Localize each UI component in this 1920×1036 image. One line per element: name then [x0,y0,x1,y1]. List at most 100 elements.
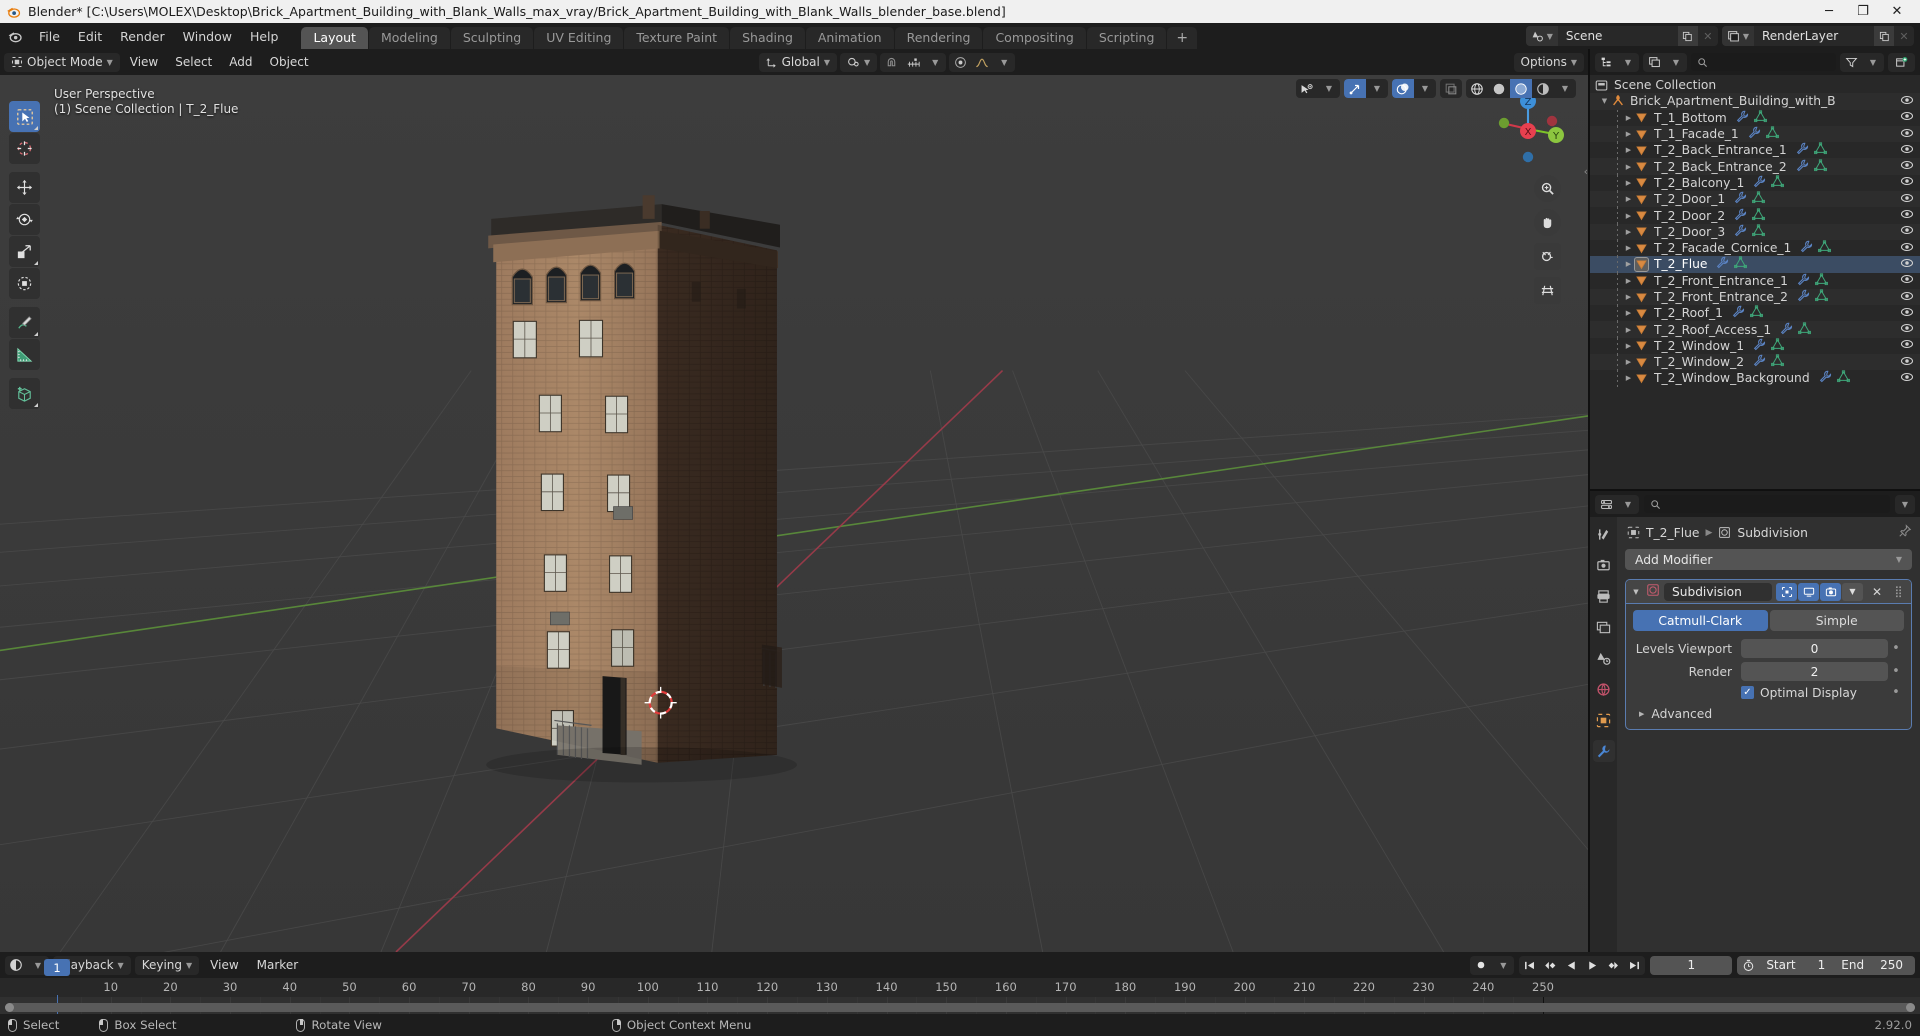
jump-to-start-button[interactable] [1519,956,1540,975]
menu-file[interactable]: File [30,23,69,49]
render-levels-value[interactable]: 2 [1741,662,1888,681]
properties-icon[interactable] [1595,495,1617,514]
properties-editor-type[interactable]: ▼ [1595,494,1639,514]
object-expand-triangle[interactable]: ▶ [1622,228,1635,236]
object-expand-triangle[interactable]: ▶ [1622,130,1635,138]
modifier-wrench-icon[interactable] [1716,256,1729,272]
measure-tool[interactable] [9,339,40,370]
modifier-wrench-icon[interactable] [1796,142,1809,158]
visibility-caret[interactable]: ▼ [1318,79,1340,98]
scene-name[interactable]: Scene [1558,29,1678,43]
auto-keying-caret[interactable]: ▼ [1492,956,1514,975]
cursor-tool[interactable] [9,133,40,164]
object-visibility-eye-icon[interactable] [1900,370,1914,387]
frame-start-field[interactable]: Start 1 [1760,958,1837,972]
delete-scene-button[interactable]: ✕ [1697,26,1718,46]
timeline-scroll-knob-right[interactable] [1906,1003,1915,1012]
modifier-wrench-icon[interactable] [1796,159,1809,175]
outliner-row-object[interactable]: ▶ T_2_Window_1 [1590,337,1920,355]
zoom-icon[interactable] [1534,175,1561,202]
overlays-caret[interactable]: ▼ [1414,79,1436,98]
scale-tool[interactable] [9,236,40,267]
use-preview-range-icon[interactable] [1737,959,1760,972]
tab-modeling[interactable]: Modeling [368,27,450,49]
move-tool[interactable] [9,172,40,203]
object-expand-triangle[interactable]: ▶ [1622,195,1635,203]
tab-tool-icon[interactable] [1593,523,1615,545]
tab-compositing[interactable]: Compositing [983,27,1086,49]
auto-keying-group[interactable]: ▼ [1470,955,1515,975]
outliner-row-object[interactable]: ▶ T_2_Front_Entrance_2 [1590,288,1920,306]
object-visibility-eye-icon[interactable] [1900,289,1914,306]
modifier-panel-header[interactable]: ▼ Subdivision ▼ ✕ ⣿ [1626,580,1911,604]
mode-selector[interactable]: Object Mode ▼ [4,52,120,72]
properties-editor-caret[interactable]: ▼ [1617,495,1639,514]
outliner-row-object[interactable]: ▶ T_2_Door_2 [1590,207,1920,224]
viewport-menu-select[interactable]: Select [168,53,219,72]
modifier-name-field[interactable]: Subdivision [1664,582,1772,601]
object-visibility-eye-icon[interactable] [1900,321,1914,338]
new-collection-button[interactable] [1888,52,1915,72]
rotate-tool[interactable] [9,204,40,235]
tab-shading[interactable]: Shading [730,27,805,49]
object-expand-triangle[interactable]: ▶ [1622,309,1635,317]
material-preview-shading-icon[interactable] [1510,79,1532,98]
object-expand-triangle[interactable]: ▶ [1622,293,1635,301]
object-expand-triangle[interactable]: ▶ [1622,244,1635,252]
viewport-axis-gizmo[interactable]: Z Y X [1490,89,1566,165]
frame-end-field[interactable]: End 250 [1837,958,1915,972]
outliner-row-object[interactable]: ▶ T_2_Door_1 [1590,191,1920,208]
outliner-row-object[interactable]: ▶ T_2_Flue [1590,256,1920,273]
tab-output-icon[interactable] [1593,585,1615,607]
mesh-data-icon[interactable] [1813,158,1827,175]
object-visibility-eye-icon[interactable] [1900,305,1914,322]
mesh-data-icon[interactable] [1734,256,1748,272]
modifier-wrench-icon[interactable] [1734,191,1747,207]
play-button[interactable] [1582,956,1603,975]
timeline-menu-marker[interactable]: Marker [250,956,305,975]
tab-uv-editing[interactable]: UV Editing [534,27,624,49]
viewport-menu-object[interactable]: Object [263,53,316,72]
collection-visibility-eye-icon[interactable] [1900,93,1914,110]
tab-animation[interactable]: Animation [805,27,894,49]
outliner-row-object[interactable]: ▶ T_1_Bottom [1590,109,1920,126]
modifier-realtime-toggle[interactable] [1798,582,1819,601]
subdivision-catmull-clark-option[interactable]: Catmull-Clark [1633,610,1768,631]
mesh-data-icon[interactable] [1771,175,1785,191]
optimal-display-animate-dot[interactable]: • [1888,685,1904,700]
optimal-display-checkbox[interactable]: ✓ [1741,686,1754,699]
outliner-row-object[interactable]: ▶ T_2_Roof_1 [1590,305,1920,322]
xray-icon[interactable] [1440,79,1462,98]
new-scene-button[interactable] [1677,26,1698,46]
delete-viewlayer-button[interactable]: ✕ [1894,26,1914,46]
modifier-wrench-icon[interactable] [1734,224,1747,240]
mesh-data-icon[interactable] [1765,126,1779,142]
viewport-canvas[interactable]: User Perspective (1) Scene Collection | … [0,75,1588,952]
timeline-icon[interactable] [5,956,27,975]
outliner-row-object[interactable]: ▶ T_1_Facade_1 [1590,125,1920,143]
overlay-toggle-group[interactable]: ▼ [1392,79,1436,98]
object-visibility-eye-icon[interactable] [1900,223,1914,240]
tab-sculpting[interactable]: Sculpting [450,27,534,49]
breadcrumb-object-label[interactable]: T_2_Flue [1646,526,1699,540]
modifier-expand-triangle[interactable]: ▼ [1630,588,1642,596]
outliner-editor-caret[interactable]: ▼ [1617,53,1639,72]
outliner-display-mode[interactable]: ▼ [1643,52,1687,72]
object-visibility-eye-icon[interactable] [1900,272,1914,289]
viewlayer-selector[interactable]: ▼ RenderLayer ✕ [1721,26,1914,46]
viewport-options-button[interactable]: Options ▼ [1513,52,1584,72]
outliner-row-object[interactable]: ▶ T_2_Back_Entrance_1 [1590,142,1920,159]
tab-scripting[interactable]: Scripting [1086,27,1167,49]
annotate-tool[interactable] [9,307,40,338]
modifier-wrench-icon[interactable] [1734,208,1747,224]
modifier-wrench-icon[interactable] [1797,273,1810,289]
object-visibility-eye-icon[interactable] [1900,158,1914,175]
modifier-wrench-icon[interactable] [1753,175,1766,191]
timeline-editor-type[interactable]: ▼ [5,955,49,975]
object-visibility-eye-icon[interactable] [1900,109,1914,126]
menu-render[interactable]: Render [111,23,174,49]
auto-keying-record-icon[interactable] [1470,956,1492,975]
modifier-wrench-icon[interactable] [1800,240,1813,256]
modifier-wrench-icon[interactable] [1753,338,1766,354]
object-expand-triangle[interactable]: ▶ [1622,163,1635,171]
